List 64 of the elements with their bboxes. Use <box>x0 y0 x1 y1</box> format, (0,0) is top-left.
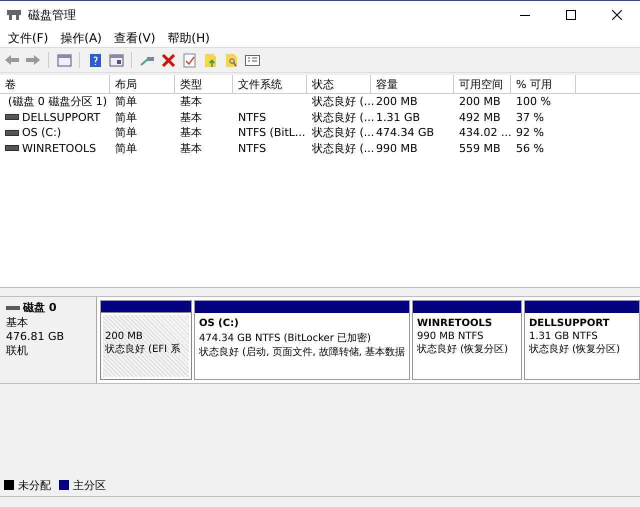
table-cell: 200 MB <box>459 95 501 108</box>
table-cell: 状态良好 (... <box>312 125 374 140</box>
close-icon <box>612 10 622 20</box>
disk-status: 联机 <box>6 343 29 358</box>
partition-block[interactable]: DELLSUPPORT 1.31 GB NTFS 状态良好 (恢复分区) <box>524 300 640 380</box>
partition-size: 474.34 GB NTFS (BitLocker 已加密) <box>199 332 372 345</box>
disk-size: 476.81 GB <box>6 330 66 343</box>
table-cell: NTFS (BitL... <box>238 126 306 140</box>
table-cell: 200 MB <box>376 95 418 108</box>
table-cell: DELLSUPPORT <box>22 110 100 124</box>
table-cell: 100 % <box>516 95 551 108</box>
table-cell: 56 % <box>516 142 544 155</box>
table-cell: 990 MB <box>376 142 418 155</box>
disk-name: 磁盘 0 <box>23 300 56 315</box>
menu-item[interactable]: 操作(A) <box>54 30 108 46</box>
table-cell: 简单 <box>115 140 137 156</box>
table-cell: 简单 <box>115 125 137 140</box>
partition-size: 990 MB NTFS <box>417 331 484 342</box>
menu-item[interactable]: 文件(F) <box>2 30 54 46</box>
menu-item[interactable]: 查看(V) <box>108 30 162 46</box>
table-cell: 简单 <box>115 94 137 110</box>
partition-status: 状态良好 (恢复分区) <box>417 342 509 356</box>
maximize-icon <box>566 10 576 20</box>
partition-size: 200 MB <box>105 331 144 342</box>
table-cell: 474.34 GB <box>376 126 434 140</box>
table-cell: 基本 <box>180 110 202 125</box>
table-cell: 状态良好 (... <box>312 140 374 156</box>
partition-name: WINRETOOLS <box>417 318 492 329</box>
table-cell: WINRETOOLS <box>22 142 96 155</box>
partition-name: DELLSUPPORT <box>529 318 610 329</box>
app-icon <box>6 9 22 21</box>
table-cell: NTFS <box>238 142 266 155</box>
table-cell: 基本 <box>180 94 202 110</box>
legend-label: 主分区 <box>73 478 106 492</box>
table-cell: OS (C:) <box>22 126 62 140</box>
partition-name: OS (C:) <box>199 318 239 329</box>
delete-icon[interactable] <box>159 51 177 69</box>
table-cell: 37 % <box>516 110 544 124</box>
table-cell: 492 MB <box>459 110 501 124</box>
partition-status: 状态良好 (恢复分区) <box>529 342 621 356</box>
legend-label: 未分配 <box>18 478 51 492</box>
drive-icon <box>5 128 19 137</box>
table-cell: NTFS <box>238 110 266 124</box>
table-cell: 1.31 GB <box>376 110 420 124</box>
partition-size: 1.31 GB NTFS <box>529 331 599 342</box>
drive-icon <box>5 113 19 122</box>
table-cell: 状态良好 (... <box>312 110 374 125</box>
table-cell: 简单 <box>115 110 137 125</box>
disk-type: 基本 <box>6 315 29 330</box>
table-cell: 92 % <box>516 126 544 140</box>
partition-block[interactable]: 200 MB 状态良好 (EFI 系 <box>100 300 192 380</box>
drive-icon <box>5 144 19 152</box>
partition-block[interactable]: WINRETOOLS 990 MB NTFS 状态良好 (恢复分区) <box>412 300 522 380</box>
table-cell: (磁盘 0 磁盘分区 1) <box>8 94 108 110</box>
table-cell: 434.02 ... <box>459 126 512 140</box>
table-cell: 基本 <box>180 140 202 156</box>
partition-block[interactable]: OS (C:) 474.34 GB NTFS (BitLocker 已加密) 状态良好 (启动, 页面文件, 故障转储, 基本数据 <box>194 300 410 380</box>
table-cell: 基本 <box>180 125 202 140</box>
window-title: 磁盘管理 <box>28 6 76 24</box>
partition-status: 状态良好 (EFI 系 <box>105 342 182 356</box>
table-cell: 559 MB <box>459 142 501 155</box>
menu-item[interactable]: 帮助(H) <box>161 30 216 46</box>
partition-status: 状态良好 (启动, 页面文件, 故障转储, 基本数据 <box>199 346 405 359</box>
table-cell: 状态良好 (... <box>312 94 374 110</box>
